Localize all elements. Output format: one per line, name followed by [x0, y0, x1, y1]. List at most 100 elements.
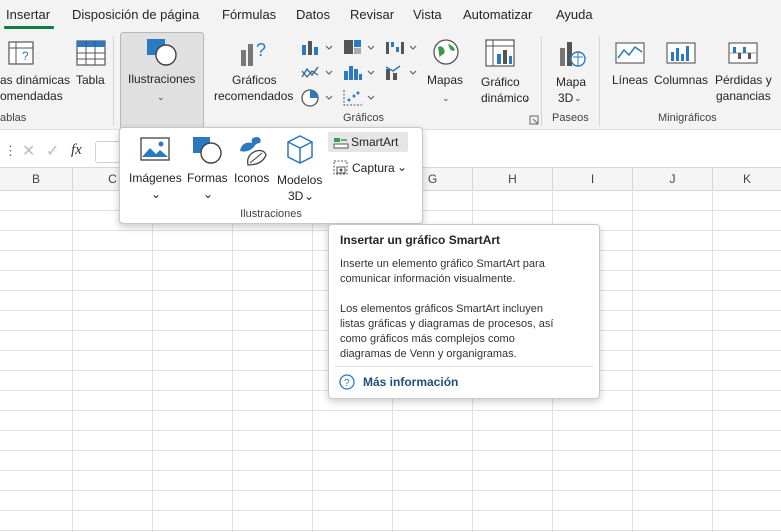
grid-line: [72, 190, 73, 532]
maps-label: Mapas: [427, 73, 464, 87]
grid-line: [712, 190, 713, 532]
grid-line: [0, 470, 781, 471]
sparkline-columns-button[interactable]: Columnas: [653, 36, 709, 108]
pivot-chart-icon: [485, 39, 515, 67]
tab-revisar[interactable]: Revisar: [350, 7, 394, 22]
line-chart-button[interactable]: [300, 63, 336, 83]
column-header-i[interactable]: I: [553, 168, 633, 190]
pie-chart-icon: [301, 89, 333, 107]
images-button[interactable]: Imágenes ⌄: [126, 132, 184, 202]
pie-chart-button[interactable]: [300, 88, 336, 108]
svg-text:?: ?: [22, 49, 29, 63]
pivot-table-icon: ?: [8, 41, 34, 65]
grid-line: [232, 190, 233, 532]
tab-ayuda[interactable]: Ayuda: [556, 7, 593, 22]
column-header-j[interactable]: J: [633, 168, 713, 190]
table-label: Tabla: [76, 73, 105, 87]
grid-line: [0, 410, 781, 411]
scatter-chart-button[interactable]: [342, 88, 378, 108]
tab-vista[interactable]: Vista: [413, 7, 442, 22]
tooltip-title: Insertar un gráfico SmartArt: [340, 233, 501, 247]
shapes-icon: [193, 137, 222, 164]
smartart-label: SmartArt: [351, 135, 399, 149]
sparkline-line-icon: [615, 42, 645, 64]
screenshot-button[interactable]: Captura ⌄: [328, 158, 410, 178]
grid-line: [0, 430, 781, 431]
map3d-label-1: Mapa: [556, 75, 587, 89]
icons-label: Iconos: [234, 171, 270, 185]
pivot-tables-button[interactable]: ? as dinámicas omendadas: [0, 36, 70, 106]
lines-label: Líneas: [612, 73, 649, 87]
help-icon: ?: [339, 374, 355, 390]
globe-icon: [433, 39, 459, 65]
sparkline-winloss-icon: [728, 42, 758, 64]
chevron-down-icon: ⌄: [304, 189, 315, 203]
active-tab-indicator: [4, 26, 54, 29]
ribbon-separator: [599, 36, 600, 126]
tooltip-text: como gráficos más complejos como: [340, 333, 515, 345]
winloss-label-1: Pérdidas y: [715, 73, 772, 87]
grid-line: [0, 490, 781, 491]
combo-chart-button[interactable]: [384, 63, 420, 83]
more-options-icon[interactable]: ⋮: [4, 143, 17, 159]
tab-automatizar[interactable]: Automatizar: [463, 7, 532, 22]
chevron-down-icon: ⌄: [442, 93, 450, 103]
images-label: Imágenes: [129, 171, 182, 185]
illustrations-dropdown: Imágenes ⌄ Formas ⌄ Iconos Modelos 3D ⌄ …: [119, 127, 423, 224]
grid-line: [0, 530, 781, 531]
ribbon-separator: [113, 36, 114, 126]
statistic-chart-button[interactable]: [342, 63, 378, 83]
column-header-h[interactable]: H: [473, 168, 553, 190]
smartart-icon: [333, 138, 349, 149]
ribbon-separator: [541, 36, 542, 126]
pivot-chart-button[interactable]: Gráfico dinámico ⌄: [468, 36, 534, 108]
smartart-button[interactable]: SmartArt: [328, 132, 408, 152]
dialog-launcher-icon[interactable]: [529, 115, 539, 125]
chevron-down-icon: ⌄: [523, 93, 531, 103]
chevron-down-icon: ⌄: [203, 187, 214, 201]
grid-line: [152, 190, 153, 532]
tab-formulas[interactable]: Fórmulas: [222, 7, 276, 22]
tab-insertar[interactable]: Insertar: [6, 7, 50, 22]
confirm-icon[interactable]: ✓: [46, 141, 59, 161]
tab-datos[interactable]: Datos: [296, 7, 330, 22]
models-label-2: 3D: [288, 189, 304, 203]
column-chart-button[interactable]: [300, 38, 336, 58]
tab-disposicion[interactable]: Disposición de página: [72, 7, 199, 22]
chevron-down-icon: ⌄: [157, 92, 165, 102]
tooltip-text: diagramas de Venn y organigramas.: [340, 348, 517, 360]
pivot-label-1: as dinámicas: [0, 73, 71, 87]
group-sparklines-label: Minigráficos: [658, 112, 717, 124]
combo-chart-icon: [385, 65, 417, 80]
cancel-icon[interactable]: ✕: [22, 141, 35, 161]
chevron-down-icon: ⌄: [574, 93, 582, 103]
column-header-k[interactable]: K: [713, 168, 781, 190]
screenshot-icon: [333, 160, 348, 175]
svg-text:?: ?: [256, 40, 266, 60]
3d-models-button[interactable]: Modelos 3D ⌄: [275, 132, 325, 203]
recommended-charts-icon: ?: [241, 40, 266, 66]
insert-function-icon[interactable]: fx: [71, 142, 82, 159]
rec-charts-label-1: Gráficos: [232, 73, 277, 87]
sparkline-lines-button[interactable]: Líneas: [608, 36, 652, 108]
column-header-b[interactable]: B: [0, 168, 73, 190]
capture-label: Captura: [352, 161, 395, 175]
illustrations-button[interactable]: Ilustraciones ⌄: [120, 32, 204, 129]
icons-button[interactable]: Iconos: [231, 132, 273, 202]
3d-map-button[interactable]: Mapa 3D ⌄: [548, 36, 594, 108]
waterfall-chart-icon: [386, 42, 417, 54]
maps-button[interactable]: Mapas ⌄: [424, 36, 468, 108]
recommended-charts-button[interactable]: ? Gráficos recomendados: [212, 36, 296, 108]
formula-input[interactable]: [95, 141, 121, 163]
chevron-down-icon: ⌄: [151, 187, 162, 201]
table-icon: [76, 40, 106, 66]
table-button[interactable]: Tabla: [72, 36, 110, 106]
waterfall-chart-button[interactable]: [384, 38, 420, 58]
columns-label: Columnas: [654, 73, 709, 87]
sparkline-winloss-button[interactable]: Pérdidas y ganancias: [712, 36, 774, 108]
hierarchy-chart-button[interactable]: [342, 38, 378, 58]
group-tours-label: Paseos: [552, 112, 589, 124]
winloss-label-2: ganancias: [716, 89, 771, 103]
rec-charts-label-2: recomendados: [214, 89, 294, 103]
shapes-button[interactable]: Formas ⌄: [184, 132, 230, 202]
